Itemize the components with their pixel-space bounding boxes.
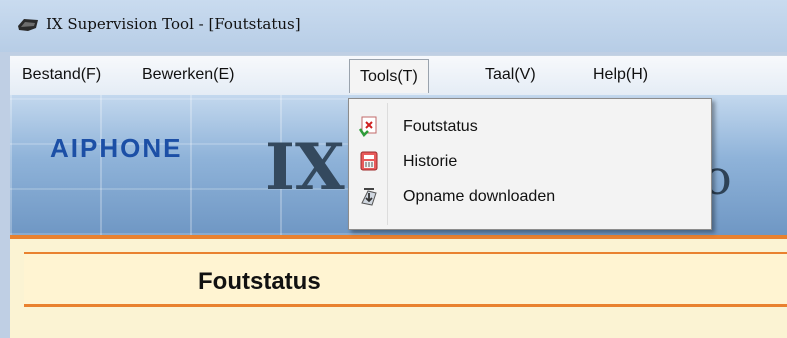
window-title: IX Supervision Tool - [Foutstatus] [46,15,301,33]
menu-item-label: Opname downloaden [403,188,556,205]
error-status-icon [358,116,377,137]
menu-taal[interactable]: Taal(V) [485,66,536,84]
product-mark: IX [265,130,345,205]
page-header: Foutstatus [24,252,787,307]
title-bar: IX Supervision Tool - [Foutstatus] [0,0,787,52]
menu-help[interactable]: Help(H) [593,66,648,84]
menu-item-label: Foutstatus [403,118,478,135]
download-icon [361,188,377,206]
menu-item-historie[interactable]: Historie [349,144,711,180]
tools-dropdown-menu: Foutstatus Historie Opname downloaden [348,98,712,230]
orange-divider [10,235,787,239]
status-area: Foutstatus [10,235,787,338]
menu-bar: Bestand(F) Bewerken(E) Tools(T) Taal(V) … [10,55,787,96]
aiphone-logo: AIPHONE [50,133,183,163]
history-icon [360,151,378,171]
menu-item-opname-downloaden[interactable]: Opname downloaden [349,179,711,215]
menu-item-label: Historie [403,153,458,170]
menu-bestand[interactable]: Bestand(F) [22,66,101,84]
page-title: Foutstatus [198,268,321,295]
menu-bewerken[interactable]: Bewerken(E) [142,66,234,84]
menu-tools[interactable]: Tools(T) [349,59,429,93]
app-icon [18,19,38,31]
menu-item-foutstatus[interactable]: Foutstatus [349,109,711,145]
